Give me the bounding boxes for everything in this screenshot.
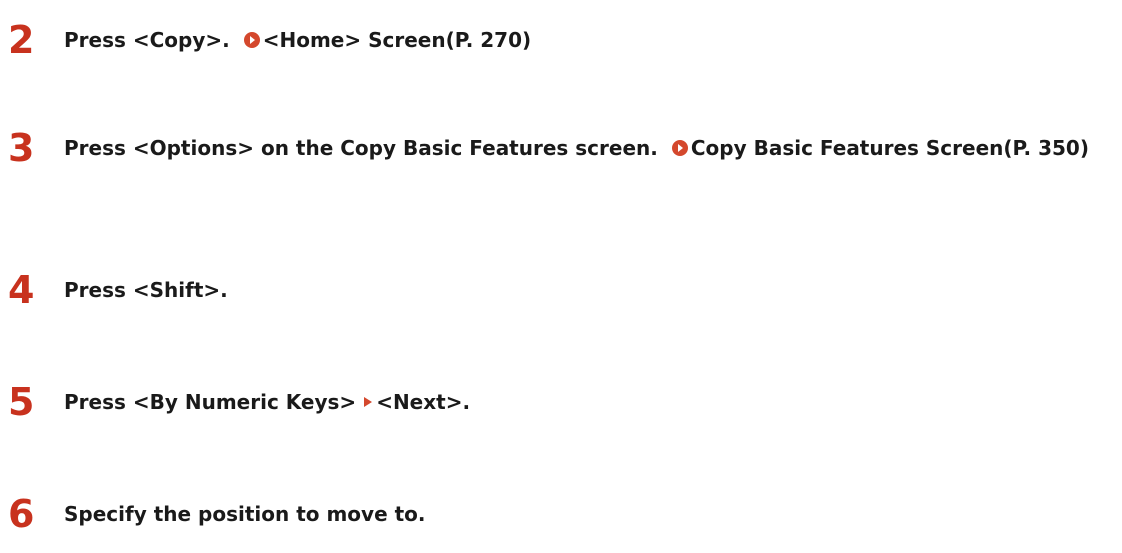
step-number: 3 (8, 126, 35, 170)
step-instruction: Specify the position to move to. (64, 502, 426, 526)
step-text: Press <Shift>. (64, 272, 1102, 308)
step-number: 4 (8, 268, 35, 312)
step-number: 5 (8, 380, 35, 424)
step-instruction: Press <Shift>. (64, 278, 228, 302)
circle-arrow-right-icon (243, 24, 261, 60)
step-number: 6 (8, 492, 35, 536)
step-text: Press <Copy>. <Home> Screen(P. 270) (64, 22, 1102, 60)
step-number: 2 (8, 18, 35, 62)
link-label: Copy Basic Features Screen(P. 350) (690, 136, 1089, 160)
step-instruction: Press <By Numeric Keys> (64, 390, 357, 414)
copy-basic-features-link[interactable]: Copy Basic Features Screen(P. 350) (665, 136, 1089, 160)
step-text: Press <By Numeric Keys> <Next>. (64, 384, 1102, 420)
circle-arrow-right-icon (671, 132, 689, 168)
step-instruction: Press <Copy>. (64, 28, 230, 52)
step-text: Press <Options> on the Copy Basic Featur… (64, 130, 1102, 168)
step-instruction: Press <Options> on the Copy Basic Featur… (64, 136, 658, 160)
link-label: <Home> Screen(P. 270) (262, 28, 532, 52)
step-instruction-continued: <Next>. (376, 390, 471, 414)
home-screen-link[interactable]: <Home> Screen(P. 270) (237, 28, 531, 52)
triangle-right-icon (362, 384, 374, 420)
step-text: Specify the position to move to. (64, 496, 1102, 532)
